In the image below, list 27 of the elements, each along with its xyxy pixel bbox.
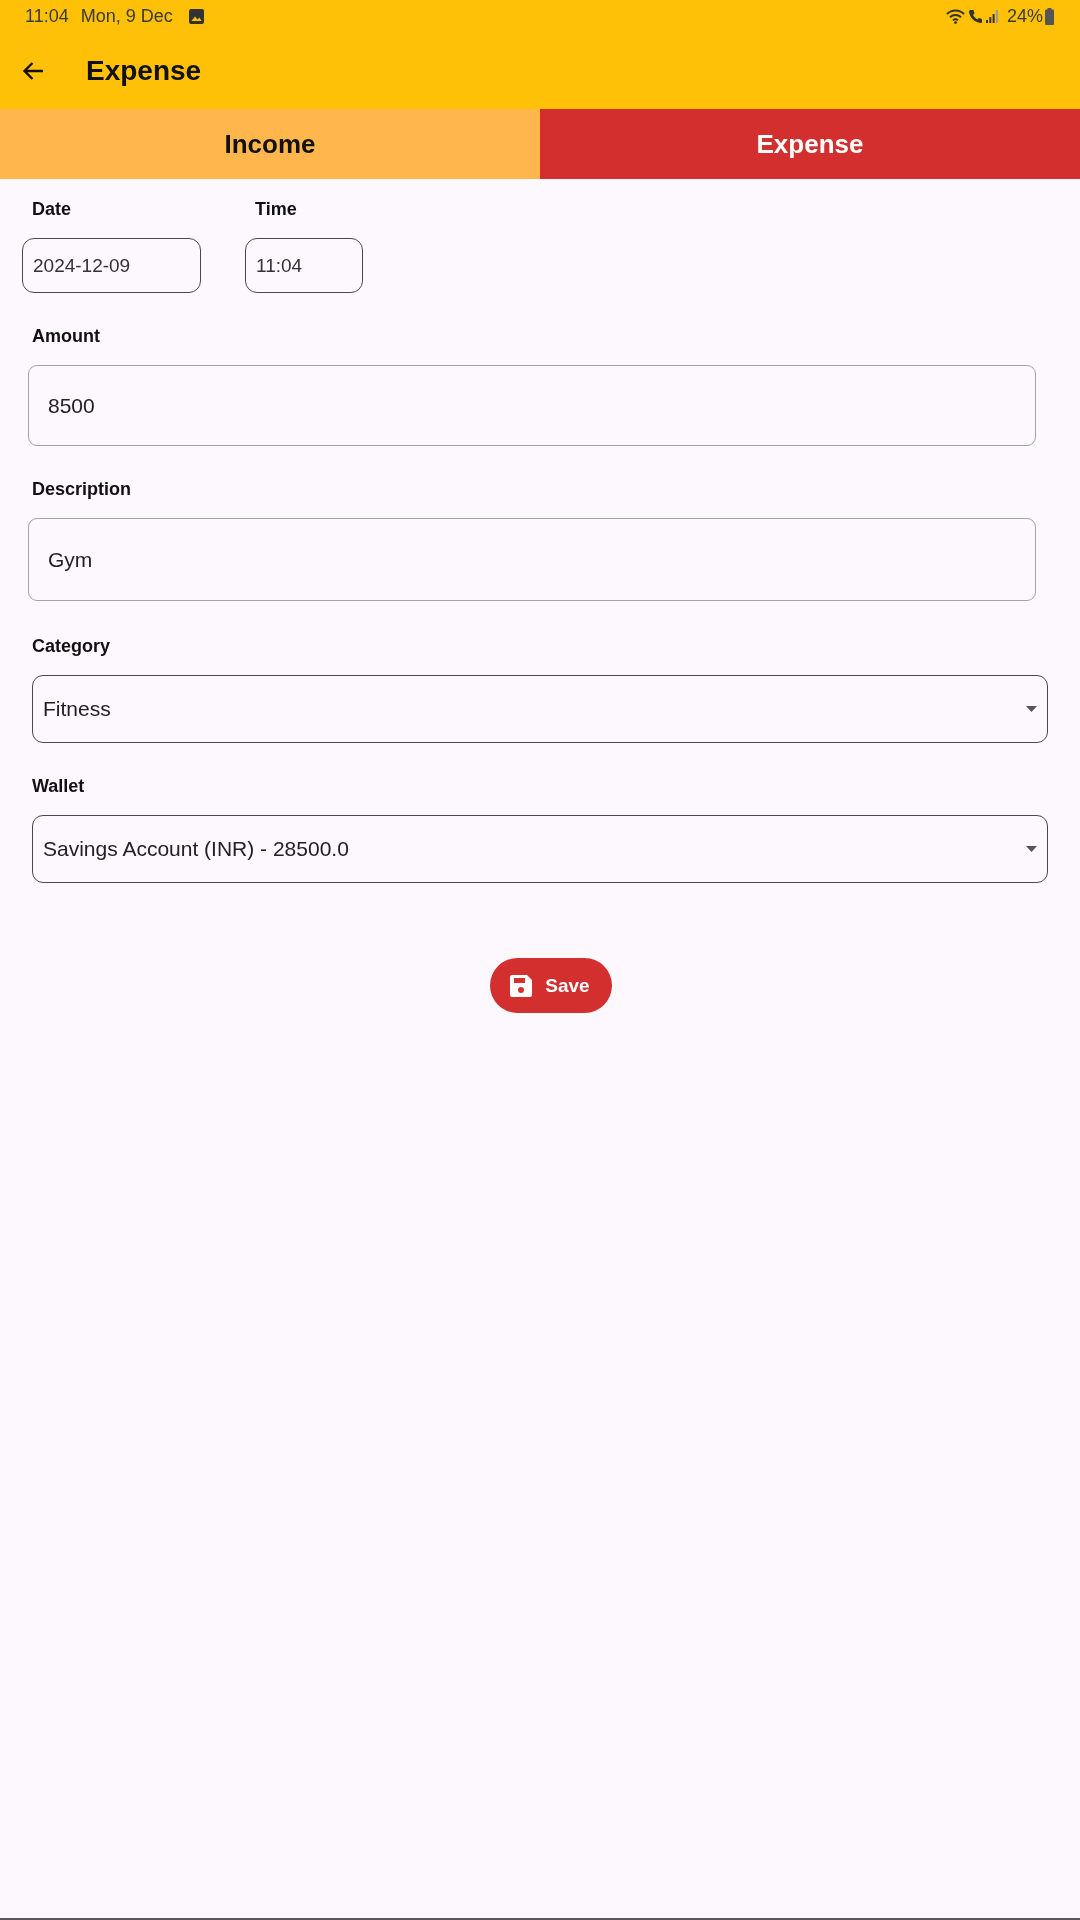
field-label: Wallet [32,775,86,798]
field-label: Category [32,635,112,658]
status-date: Mon, 9 Dec [80,5,173,27]
battery-percentage: 24% [1006,5,1043,27]
dropdown-field[interactable]: Fitness [32,675,1048,743]
caret-icon [1026,706,1037,712]
wifi-icon [945,8,965,24]
status-time: 11:04 [25,5,69,27]
field-label: Amount [32,325,101,348]
input-field[interactable]: 8500 [28,365,1036,446]
field-label: Description [32,478,133,501]
field-label: Time [255,198,298,221]
tab[interactable]: Expense [540,109,1080,179]
page-title: Expense [86,53,202,88]
field-label: Date [32,198,72,221]
signal-icon [985,9,998,23]
back-arrow-icon[interactable] [22,60,44,81]
battery-icon [1045,7,1054,25]
save-button[interactable]: Save [490,958,612,1013]
dropdown-field[interactable]: Savings Account (INR) - 28500.0 [32,815,1048,883]
phone-icon [967,8,983,24]
caret-icon [1026,846,1037,852]
input-field[interactable]: Gym [28,518,1036,601]
input-field[interactable]: 11:04 [245,238,363,293]
image-icon [188,8,204,24]
tab[interactable]: Income [0,109,540,179]
input-field[interactable]: 2024-12-09 [22,238,201,293]
